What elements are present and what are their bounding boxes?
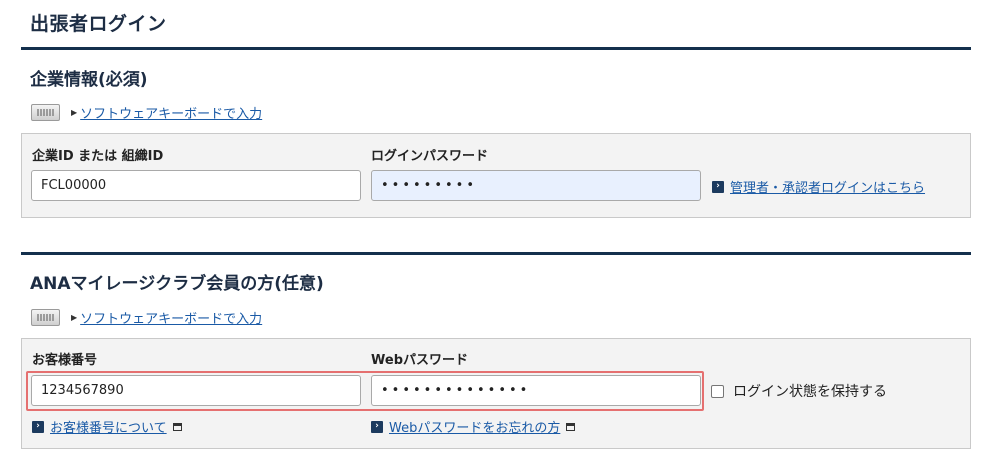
page-title: 出張者ログイン [30,13,167,35]
corporate-software-keyboard-link[interactable]: ソフトウェアキーボードで入力 [80,103,262,122]
customer-number-label: お客様番号 [32,353,98,368]
customer-number-input[interactable] [31,375,361,406]
forgot-password-row: › Webパスワードをお忘れの方 [371,417,576,436]
keep-login-checkbox[interactable] [711,384,724,398]
login-password-label: ログインパスワード [371,149,489,164]
keep-login-label: ログイン状態を保持する [733,384,887,400]
admin-login-link-row: › 管理者・承認者ログインはこちら [712,177,925,196]
section-divider [21,252,971,255]
ana-software-keyboard-link[interactable]: ソフトウェアキーボードで入力 [80,308,262,327]
arrow-right-icon: › [712,180,724,193]
arrow-right-icon: › [371,420,383,433]
corporate-id-label: 企業ID または 組織ID [32,149,164,164]
web-password-label: Webパスワード [371,353,468,368]
popup-window-icon [566,422,576,431]
customer-number-help-row: › お客様番号について [32,417,182,436]
admin-login-link[interactable]: 管理者・承認者ログインはこちら [730,177,925,196]
login-password-input[interactable] [371,170,701,201]
customer-number-help-link[interactable]: お客様番号について [50,417,167,436]
arrow-right-icon: › [32,420,44,433]
keyboard-icon[interactable] [31,103,60,121]
keep-login-option[interactable]: ログイン状態を保持する [711,381,887,401]
corporate-keyboard-row: ▶ ソフトウェアキーボードで入力 [31,102,262,122]
corporate-form-box: 企業ID または 組織ID ログインパスワード › 管理者・承認者ログインはこち… [21,133,971,218]
corporate-id-input[interactable] [31,170,361,201]
triangle-right-icon: ▶ [71,107,78,117]
popup-window-icon [172,422,182,431]
ana-keyboard-row: ▶ ソフトウェアキーボードで入力 [31,307,262,327]
forgot-web-password-link[interactable]: Webパスワードをお忘れの方 [389,417,560,436]
ana-section-title: ANAマイレージクラブ会員の方(任意) [30,274,324,294]
web-password-input[interactable] [371,375,701,406]
section-divider [21,47,971,50]
triangle-right-icon: ▶ [71,312,78,322]
keyboard-icon[interactable] [31,308,60,326]
corporate-section-title: 企業情報(必須) [30,70,148,90]
